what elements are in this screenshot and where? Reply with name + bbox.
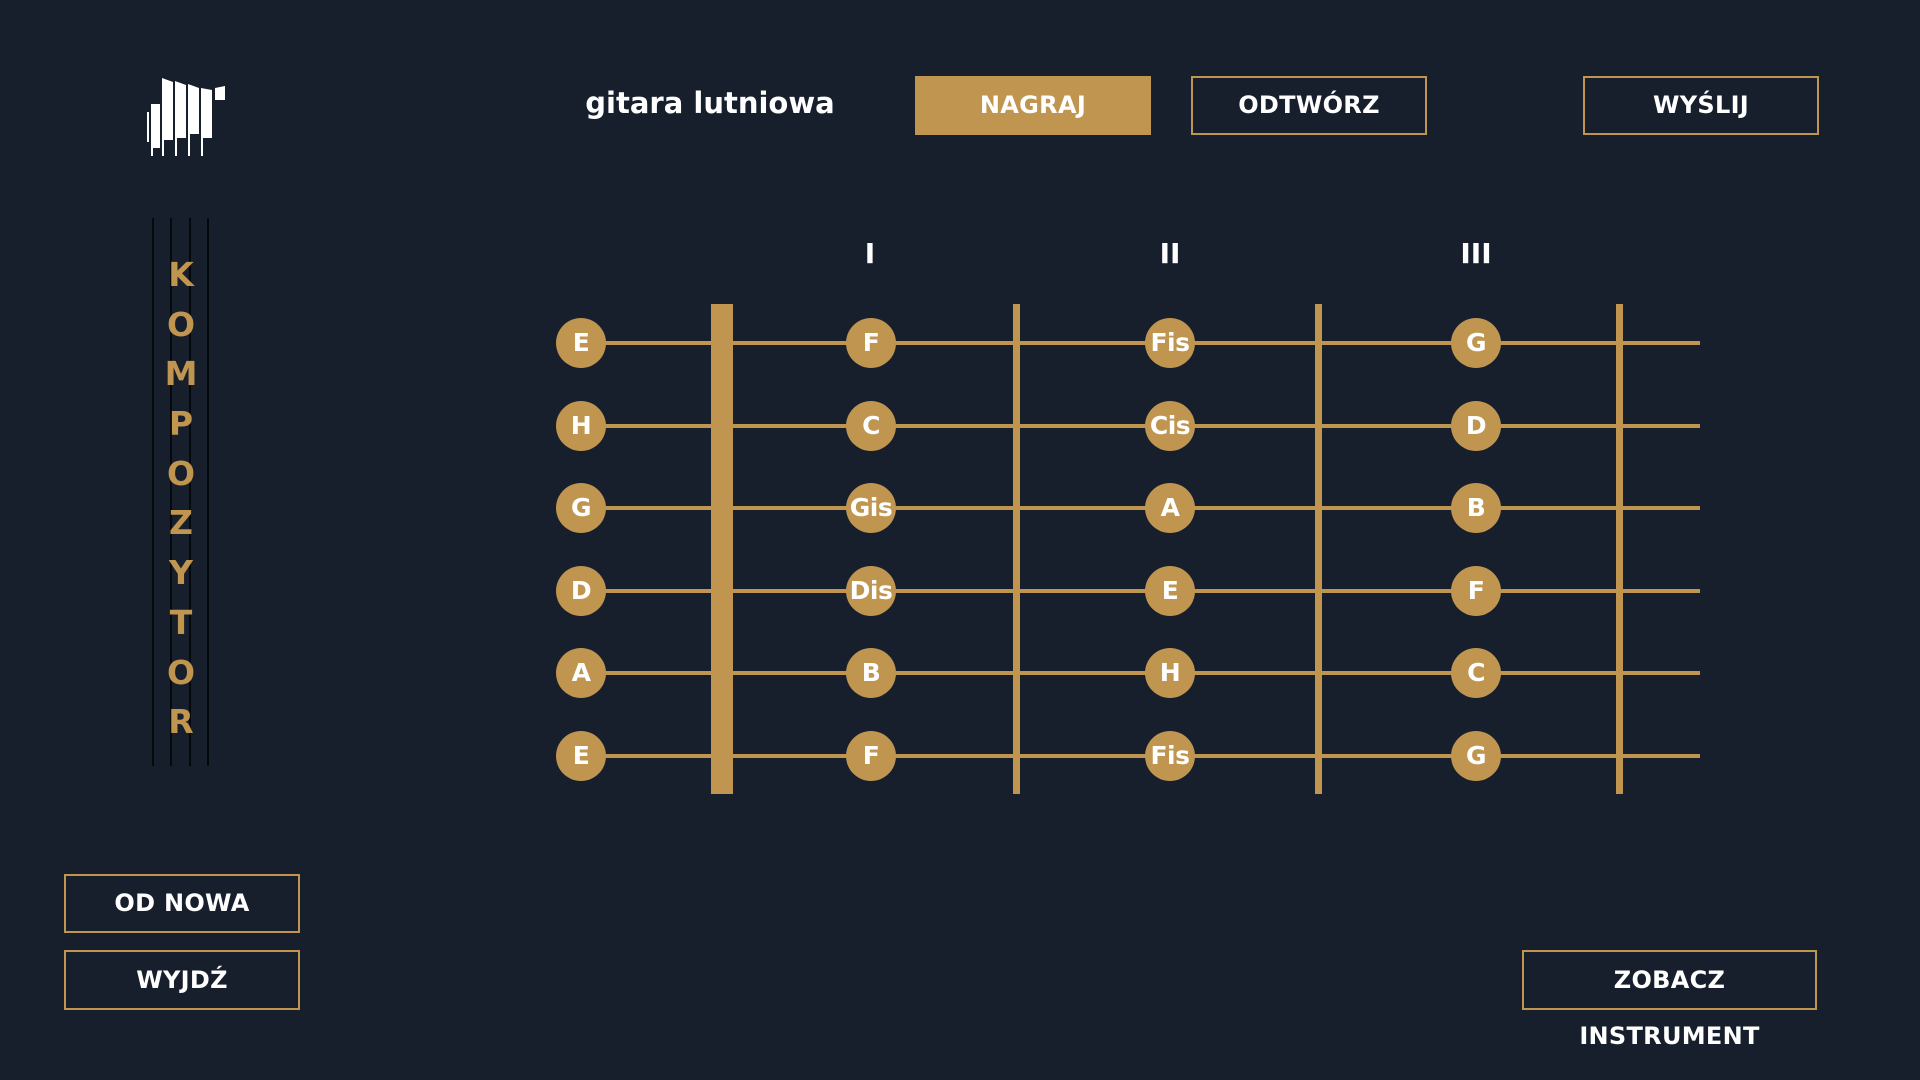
string-4 xyxy=(580,589,1700,593)
note-string4-fret3[interactable]: F xyxy=(1451,566,1501,616)
fret-label-2: II xyxy=(1159,237,1181,270)
fret-1 xyxy=(1013,304,1020,794)
note-string6-fret2[interactable]: Fis xyxy=(1145,731,1195,781)
note-string2-fret3[interactable]: D xyxy=(1451,401,1501,451)
note-string2-fret1[interactable]: C xyxy=(846,401,896,451)
string-1 xyxy=(580,341,1700,345)
note-string1-fret2[interactable]: Fis xyxy=(1145,318,1195,368)
exit-button[interactable]: WYJDŹ xyxy=(64,950,300,1010)
note-string1-fret3[interactable]: G xyxy=(1451,318,1501,368)
note-string3-fret3[interactable]: B xyxy=(1451,483,1501,533)
app-screen: K O M P O Z Y T O R gitara lutniowa NAGR… xyxy=(0,0,1920,1080)
note-string3-fret1[interactable]: Gis xyxy=(846,483,896,533)
string-2 xyxy=(580,424,1700,428)
note-string4-fret2[interactable]: E xyxy=(1145,566,1195,616)
view-instrument-button[interactable]: ZOBACZ INSTRUMENT xyxy=(1522,950,1817,1050)
note-string5-fret2[interactable]: H xyxy=(1145,648,1195,698)
note-string3-open[interactable]: G xyxy=(556,483,606,533)
note-string4-open[interactable]: D xyxy=(556,566,606,616)
note-string6-fret3[interactable]: G xyxy=(1451,731,1501,781)
fret-2 xyxy=(1315,304,1322,794)
nut xyxy=(711,304,733,794)
note-string1-fret1[interactable]: F xyxy=(846,318,896,368)
string-5 xyxy=(580,671,1700,675)
note-string3-fret2[interactable]: A xyxy=(1145,483,1195,533)
start-over-button[interactable]: OD NOWA xyxy=(64,874,300,933)
note-string5-fret1[interactable]: B xyxy=(846,648,896,698)
note-string1-open[interactable]: E xyxy=(556,318,606,368)
note-string4-fret1[interactable]: Dis xyxy=(846,566,896,616)
note-string5-open[interactable]: A xyxy=(556,648,606,698)
note-string2-open[interactable]: H xyxy=(556,401,606,451)
note-string6-open[interactable]: E xyxy=(556,731,606,781)
note-string6-fret1[interactable]: F xyxy=(846,731,896,781)
note-string5-fret3[interactable]: C xyxy=(1451,648,1501,698)
note-string2-fret2[interactable]: Cis xyxy=(1145,401,1195,451)
string-6 xyxy=(580,754,1700,758)
string-3 xyxy=(580,506,1700,510)
fret-3 xyxy=(1616,304,1623,794)
fret-label-1: I xyxy=(864,237,876,270)
fret-label-3: III xyxy=(1460,237,1492,270)
